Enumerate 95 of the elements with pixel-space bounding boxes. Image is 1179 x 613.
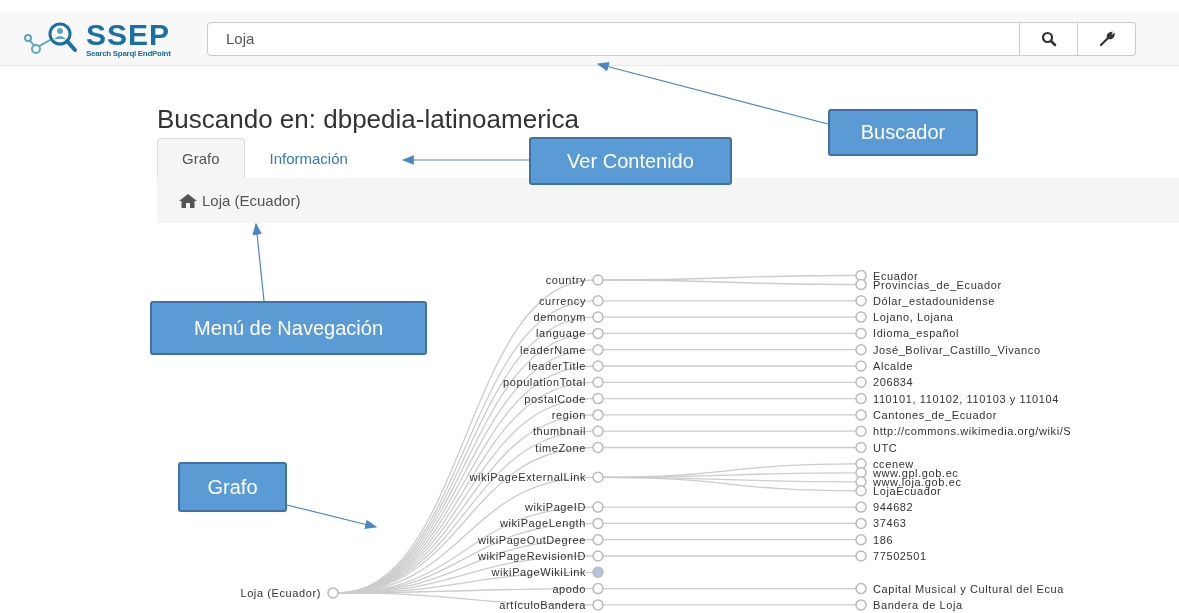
value-label: José_Bolivar_Castillo_Vivanco: [873, 343, 1041, 356]
value-label: 206834: [873, 376, 914, 389]
tree-node[interactable]: [855, 392, 867, 405]
wrench-icon: [1098, 30, 1115, 47]
predicate-label: wikiPageOutDegree: [477, 533, 586, 546]
tree-node[interactable]: [592, 517, 604, 530]
tree-node[interactable]: [855, 327, 867, 340]
tree-node[interactable]: [592, 533, 604, 546]
predicate-label: wikiPageWikiLink: [491, 566, 586, 579]
tree-node[interactable]: [327, 587, 339, 599]
callout-label: Buscador: [828, 109, 978, 156]
breadcrumb-link[interactable]: Loja (Ecuador): [202, 192, 301, 209]
value-label: Alcalde: [873, 360, 914, 372]
tree-node[interactable]: [855, 441, 867, 454]
tree-node[interactable]: [855, 269, 867, 282]
tree-node[interactable]: [592, 550, 604, 562]
tree-node[interactable]: [592, 360, 604, 372]
value-label: Bandera de Loja: [873, 598, 963, 611]
tree-node[interactable]: [855, 409, 867, 421]
tree-node[interactable]: [592, 471, 604, 484]
tree-node[interactable]: [855, 550, 867, 562]
tree-node[interactable]: [592, 311, 604, 323]
search-button[interactable]: [1020, 21, 1078, 56]
predicate-label: postalCode: [524, 392, 586, 405]
callout-label: Ver Contenido: [529, 137, 732, 185]
tree-node[interactable]: [855, 311, 867, 323]
root-node-label: Loja (Ecuador): [240, 586, 321, 599]
tree-node[interactable]: [855, 278, 867, 291]
value-label: 110101, 110102, 110103 y 110104: [873, 392, 1059, 405]
tree-node[interactable]: [855, 360, 867, 372]
tree-node[interactable]: [855, 476, 867, 488]
value-label: http://commons.wikimedia.org/wiki/S: [873, 425, 1072, 438]
predicate-label: language: [535, 327, 586, 340]
predicate-label: timeZone: [535, 441, 586, 454]
predicate-label: populationTotal: [503, 376, 586, 389]
predicate-label: wikiPageRevisionID: [478, 550, 586, 562]
tree-node[interactable]: [592, 376, 604, 389]
tree-node[interactable]: [855, 467, 867, 479]
tree-node[interactable]: [855, 295, 867, 307]
predicate-label: apodo: [552, 582, 586, 595]
predicate-label: currency: [539, 294, 586, 307]
tree-node[interactable]: [592, 327, 604, 340]
value-label: 186: [873, 533, 894, 546]
tree-node[interactable]: [855, 485, 867, 497]
tree-node[interactable]: [592, 295, 604, 307]
predicate-label: artículoBandera: [499, 598, 586, 611]
predicate-label: wikiPageID: [524, 501, 586, 514]
tree-node[interactable]: [592, 441, 604, 454]
logo-title: SSEP: [86, 19, 171, 50]
value-label: Dólar_estadounidense: [873, 294, 996, 307]
tree-node[interactable]: [592, 409, 604, 421]
value-label: 944682: [873, 501, 914, 514]
tree-node[interactable]: [592, 425, 604, 437]
callout-label: Grafo: [178, 462, 287, 512]
predicate-label: demonym: [533, 311, 586, 324]
settings-button[interactable]: [1078, 21, 1136, 56]
search-icon: [1040, 30, 1057, 47]
value-label: ccenew: [873, 457, 914, 470]
home-icon: [179, 193, 197, 208]
tree-node[interactable]: [592, 582, 604, 595]
predicate-label: country: [545, 274, 586, 286]
tree-node[interactable]: [855, 599, 867, 611]
page-heading: Buscando en: dbpedia-latinoamerica: [157, 104, 580, 134]
value-label: Idioma_español: [873, 327, 960, 340]
tree-node[interactable]: [855, 501, 867, 513]
value-label: Cantones_de_Ecuador: [873, 408, 997, 421]
tree-node[interactable]: [592, 599, 604, 611]
tree-node[interactable]: [592, 566, 604, 579]
value-label: UTC: [873, 441, 898, 454]
logo-subtitle: Search Sparql EndPoint: [86, 49, 171, 58]
tree-node[interactable]: [855, 582, 867, 595]
value-label: Capital Musical y Cultural del Ecua: [873, 582, 1064, 595]
value-label: Lojano, Lojana: [873, 311, 954, 324]
tree-node[interactable]: [855, 458, 867, 470]
search-field[interactable]: Loja: [207, 21, 1020, 56]
tree-node[interactable]: [592, 392, 604, 405]
tree-node[interactable]: [855, 517, 867, 530]
tree-node[interactable]: [592, 501, 604, 513]
tree-node[interactable]: [592, 343, 604, 356]
tree-node[interactable]: [855, 343, 867, 356]
predicate-label: wikiPageLength: [499, 517, 586, 530]
tab[interactable]: Información: [244, 138, 373, 178]
tab[interactable]: Grafo: [157, 138, 245, 178]
value-label: 37463: [873, 517, 907, 530]
predicate-label: region: [551, 408, 586, 421]
tree-node[interactable]: [855, 425, 867, 437]
predicate-label: leaderName: [520, 343, 586, 356]
tree-node[interactable]: [855, 376, 867, 389]
tree-node[interactable]: [855, 533, 867, 546]
predicate-label: wikiPageExternalLink: [469, 471, 586, 484]
value-label: 77502501: [873, 550, 927, 562]
predicate-label: thumbnail: [532, 425, 586, 438]
tree-node[interactable]: [592, 274, 604, 286]
predicate-label: leaderTitle: [528, 360, 586, 372]
callout-label: Menú de Navegación: [150, 301, 427, 355]
